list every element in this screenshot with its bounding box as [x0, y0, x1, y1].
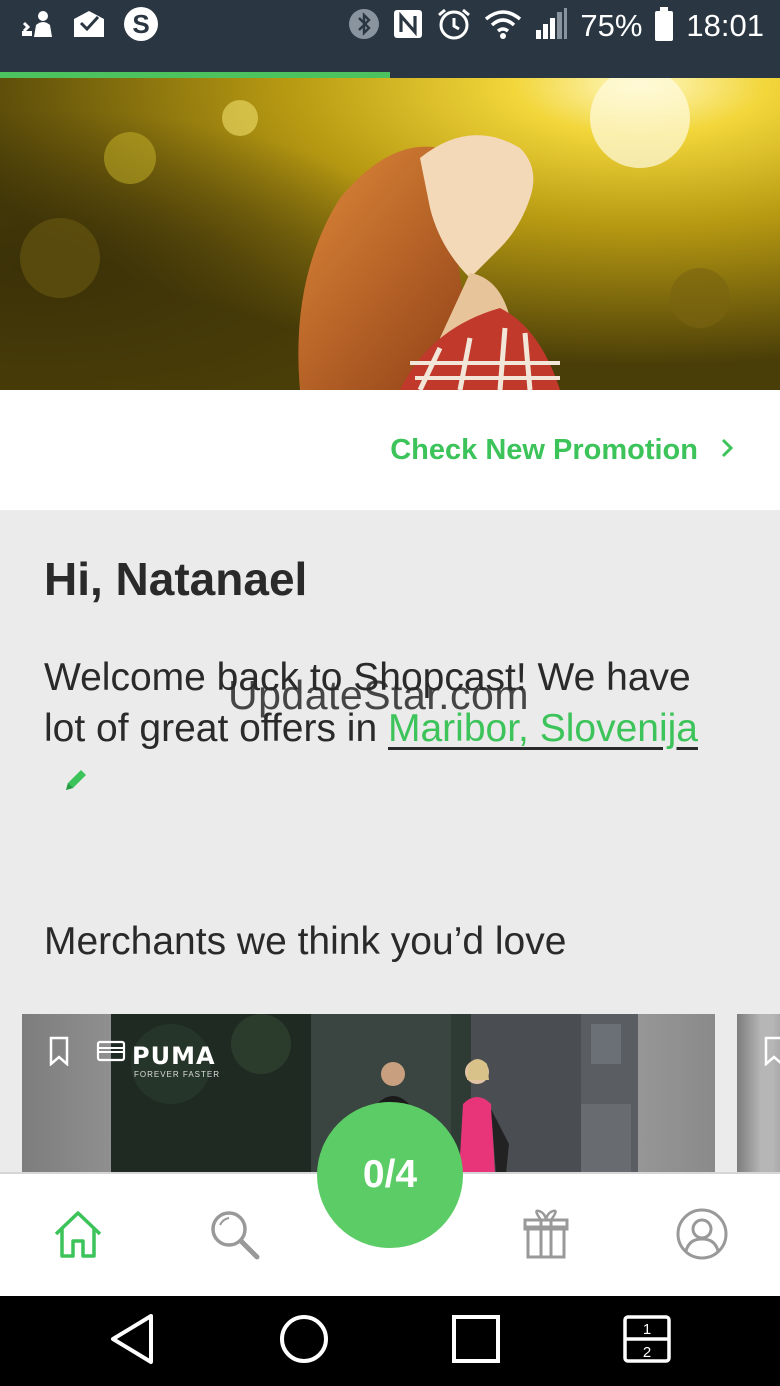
mail-check-icon [72, 9, 106, 44]
shopping-progress-button[interactable]: 0/4 [317, 1102, 463, 1248]
check-new-promotion-link[interactable]: Check New Promotion [390, 390, 734, 510]
clock: 18:01 [686, 8, 764, 43]
notification-icons: S [20, 6, 160, 46]
split-screen-icon: 12 [622, 1314, 672, 1369]
battery-icon [654, 6, 674, 46]
recents-icon [451, 1314, 501, 1369]
nfc-icon [392, 8, 424, 45]
recents-button[interactable] [443, 1308, 509, 1374]
sync-user-icon [20, 9, 56, 44]
promo-link-label: Check New Promotion [390, 433, 698, 466]
back-icon [107, 1312, 157, 1371]
welcome-message: Welcome back to Shopcast! We have lot of… [44, 652, 734, 807]
search-icon [207, 1207, 261, 1266]
pencil-icon[interactable] [62, 756, 90, 807]
bookmark-icon[interactable] [48, 1036, 70, 1071]
home-icon [51, 1207, 105, 1266]
svg-text:S: S [132, 9, 149, 39]
merchants-section-title: Merchants we think you’d love [44, 920, 567, 963]
svg-text:1: 1 [643, 1321, 651, 1338]
greeting-heading: Hi, Natanael [44, 553, 308, 605]
gift-icon [519, 1207, 573, 1266]
system-status: 75% 18:01 [348, 6, 764, 46]
android-system-nav: 12 [0, 1296, 780, 1386]
status-bar: S 75% 18:01 [0, 0, 780, 72]
nav-rewards[interactable] [514, 1204, 578, 1268]
location-link[interactable]: Maribor, Slovenija [388, 707, 698, 750]
promo-row: Check New Promotion [0, 390, 780, 510]
nav-profile[interactable] [670, 1204, 734, 1268]
back-button[interactable] [99, 1308, 165, 1374]
chevron-right-icon [720, 434, 734, 467]
skype-icon: S [122, 5, 160, 48]
battery-percent: 75% [580, 8, 643, 43]
signal-icon [534, 7, 568, 45]
nav-home[interactable] [46, 1204, 110, 1268]
bluetooth-icon [348, 8, 380, 45]
home-circle-icon [278, 1313, 330, 1370]
nav-search[interactable] [202, 1204, 266, 1268]
promo-hero-image[interactable] [0, 78, 780, 390]
bookmark-icon[interactable] [763, 1036, 780, 1071]
home-button[interactable] [271, 1308, 337, 1374]
merchant-brand-tagline: FOREVER FASTER [134, 1070, 221, 1079]
wallet-card-icon [96, 1040, 126, 1067]
alarm-icon [436, 7, 472, 46]
merchant-brand-logo: PUMA [132, 1042, 216, 1070]
wifi-icon [484, 9, 522, 44]
merchant-card[interactable] [737, 1014, 780, 1174]
split-screen-button[interactable]: 12 [614, 1308, 680, 1374]
user-icon [675, 1207, 729, 1266]
svg-text:2: 2 [643, 1344, 651, 1361]
